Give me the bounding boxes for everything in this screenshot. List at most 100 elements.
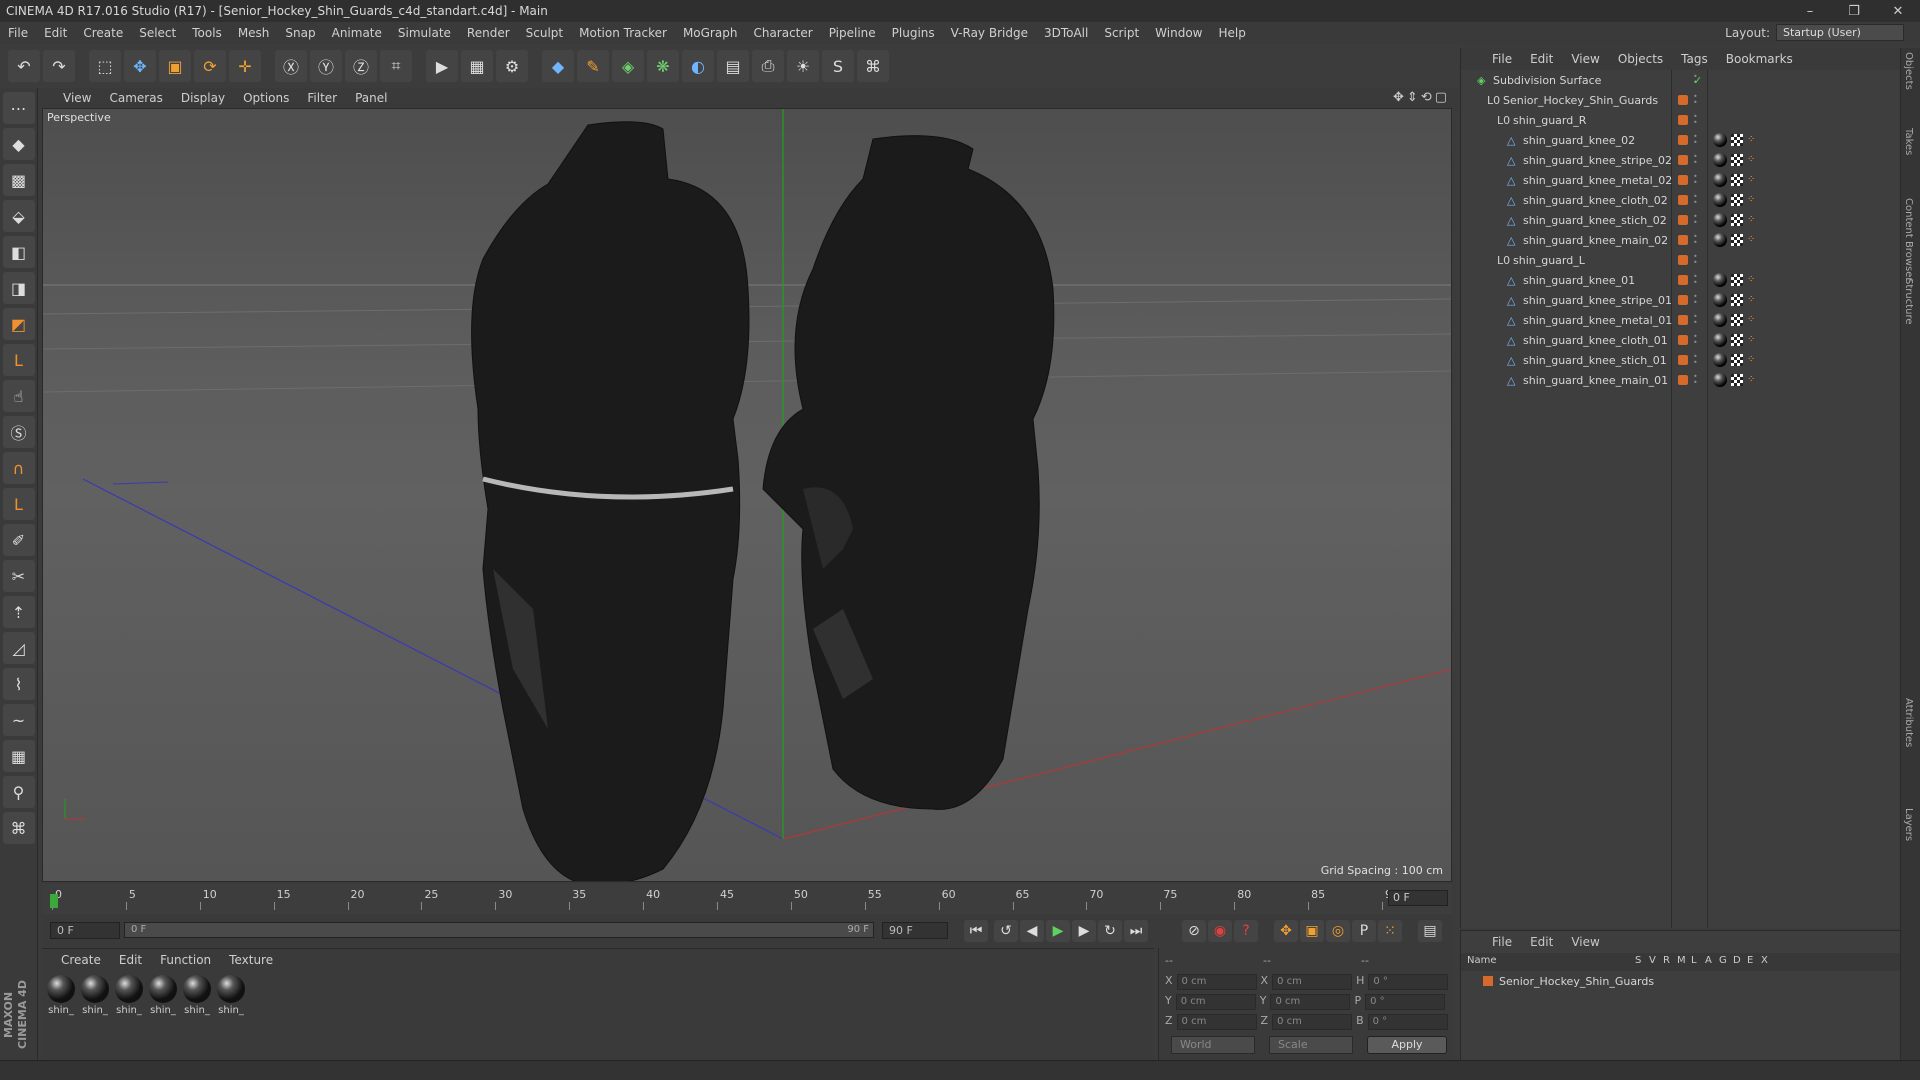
texture-tag-icon[interactable]: ⁘ — [1747, 355, 1757, 365]
go-to-end-icon[interactable]: ⏭ — [1124, 920, 1148, 942]
coord-value-field[interactable]: 0 cm — [1175, 994, 1256, 1010]
solo-icon[interactable]: Ⓢ — [2, 416, 35, 448]
visibility-dots-icon[interactable]: • • — [1693, 353, 1698, 367]
material-tag-icon[interactable] — [1713, 133, 1727, 147]
material-swatch[interactable]: shin_ — [46, 975, 76, 1016]
layer-color-icon[interactable] — [1678, 215, 1688, 225]
layer-color-icon[interactable] — [1678, 155, 1688, 165]
menu-sculpt[interactable]: Sculpt — [518, 26, 571, 40]
cube-icon[interactable]: ◆ — [542, 50, 574, 82]
texture-tag-icon[interactable]: ⁘ — [1747, 135, 1757, 145]
material-swatch[interactable]: shin_ — [216, 975, 246, 1016]
previous-frame-icon[interactable]: ◀ — [1020, 920, 1044, 942]
uvw-tag-icon[interactable] — [1731, 234, 1743, 246]
x-axis-icon[interactable]: Ⓧ — [275, 50, 307, 82]
menu-help[interactable]: Help — [1210, 26, 1253, 40]
layer-menu-edit[interactable]: Edit — [1521, 935, 1562, 949]
menu-motion-tracker[interactable]: Motion Tracker — [571, 26, 675, 40]
viewport-menu-options[interactable]: Options — [234, 91, 298, 105]
side-tab-structure[interactable]: Structure — [1903, 278, 1914, 325]
object-menu-file[interactable]: File — [1483, 52, 1521, 66]
polygons-mode-icon[interactable]: ◧ — [2, 236, 35, 268]
texture-tag-icon[interactable]: ⁘ — [1747, 275, 1757, 285]
layer-color-icon[interactable] — [1678, 135, 1688, 145]
object-row[interactable]: △ shin_guard_knee_01 • • ⁘ — [1461, 270, 1901, 290]
menu-v-ray-bridge[interactable]: V-Ray Bridge — [943, 26, 1036, 40]
coord-value-field[interactable]: 0 cm — [1176, 1014, 1257, 1030]
material-swatch[interactable]: shin_ — [80, 975, 110, 1016]
viewport-menu-display[interactable]: Display — [172, 91, 234, 105]
object-row[interactable]: △ shin_guard_knee_stich_01 • • ⁘ — [1461, 350, 1901, 370]
viewport-menu-filter[interactable]: Filter — [298, 91, 346, 105]
uvw-tag-icon[interactable] — [1731, 294, 1743, 306]
menu-render[interactable]: Render — [459, 26, 518, 40]
move-icon[interactable]: ✥ — [124, 50, 156, 82]
material-tag-icon[interactable] — [1713, 193, 1727, 207]
layer-menu-view[interactable]: View — [1562, 935, 1608, 949]
layer-column-d[interactable]: D — [1733, 955, 1741, 966]
autokey-icon[interactable]: ◉ — [1208, 920, 1232, 942]
menu-create[interactable]: Create — [75, 26, 131, 40]
model-mode-icon[interactable]: ◆ — [2, 128, 35, 160]
layer-column-g[interactable]: G — [1719, 955, 1727, 966]
texture-tag-icon[interactable]: ⁘ — [1747, 375, 1757, 385]
texture-tag-icon[interactable]: ⁘ — [1747, 215, 1757, 225]
render-picture-viewer-icon[interactable]: ▦ — [461, 50, 493, 82]
layer-color-icon[interactable] — [1678, 355, 1688, 365]
viewport-menu-cameras[interactable]: Cameras — [100, 91, 171, 105]
transform-icon[interactable]: ✛ — [229, 50, 261, 82]
next-frame-icon[interactable]: ▶ — [1072, 920, 1096, 942]
undo-icon[interactable]: ↶ — [8, 50, 40, 82]
tweak-mode-icon[interactable]: ☝ — [2, 380, 35, 412]
menu-plugins[interactable]: Plugins — [884, 26, 943, 40]
restore-icon[interactable]: ❐ — [1832, 4, 1876, 19]
coord-value-field[interactable]: 0 ° — [1368, 974, 1449, 990]
perspective-viewport[interactable]: Perspective Grid Spacing : 100 cm — [42, 108, 1452, 882]
side-tab-takes[interactable]: Takes — [1903, 128, 1914, 155]
layer-color-icon[interactable] — [1678, 115, 1688, 125]
layer-color-icon[interactable] — [1678, 295, 1688, 305]
menu-edit[interactable]: Edit — [36, 26, 75, 40]
side-tab-objects[interactable]: Objects — [1903, 52, 1914, 90]
object-menu-edit[interactable]: Edit — [1521, 52, 1562, 66]
camera-icon[interactable]: ⎙ — [752, 50, 784, 82]
layer-color-icon[interactable] — [1678, 275, 1688, 285]
pen-icon[interactable]: ✎ — [577, 50, 609, 82]
edit-render-settings-icon[interactable]: ⚙ — [496, 50, 528, 82]
material-swatch[interactable]: shin_ — [114, 975, 144, 1016]
object-row[interactable]: △ shin_guard_knee_stripe_02 • • ⁘ — [1461, 150, 1901, 170]
menu-file[interactable]: File — [0, 26, 36, 40]
object-menu-bookmarks[interactable]: Bookmarks — [1717, 52, 1802, 66]
layer-color-icon[interactable] — [1678, 175, 1688, 185]
layer-color-icon[interactable] — [1678, 195, 1688, 205]
texture-tag-icon[interactable]: ⁘ — [1747, 175, 1757, 185]
viewport-navigation-icons[interactable]: ✥⇕⟲▢ — [1393, 90, 1450, 105]
live-selection-icon[interactable]: ⬚ — [89, 50, 121, 82]
smooth-icon[interactable]: ~ — [2, 704, 35, 736]
record-keys-icon[interactable]: ⊘ — [1182, 920, 1206, 942]
layer-menu-file[interactable]: File — [1483, 935, 1521, 949]
material-tag-icon[interactable] — [1713, 233, 1727, 247]
material-swatch[interactable]: shin_ — [148, 975, 178, 1016]
z-axis-icon[interactable]: Ⓩ — [345, 50, 377, 82]
y-axis-icon[interactable]: Ⓨ — [310, 50, 342, 82]
object-menu-view[interactable]: View — [1562, 52, 1608, 66]
sketch-icon[interactable]: S — [822, 50, 854, 82]
layer-column-name[interactable]: Name — [1467, 955, 1497, 966]
coord-value-field[interactable]: 0 ° — [1367, 1014, 1448, 1030]
uvw-tag-icon[interactable] — [1731, 134, 1743, 146]
texture-tag-icon[interactable]: ⁘ — [1747, 235, 1757, 245]
deformer-icon[interactable]: ◐ — [682, 50, 714, 82]
uvw-tag-icon[interactable] — [1731, 214, 1743, 226]
material-menu-function[interactable]: Function — [151, 953, 220, 967]
texture-tag-icon[interactable]: ⁘ — [1747, 195, 1757, 205]
uvw-tag-icon[interactable] — [1731, 314, 1743, 326]
layer-color-icon[interactable] — [1678, 235, 1688, 245]
layer-color-icon[interactable] — [1678, 95, 1688, 105]
menu-snap[interactable]: Snap — [277, 26, 323, 40]
layout-dropdown[interactable]: Startup (User) — [1776, 24, 1904, 41]
object-row[interactable]: △ shin_guard_knee_cloth_01 • • ⁘ — [1461, 330, 1901, 350]
material-tag-icon[interactable] — [1713, 293, 1727, 307]
menu-simulate[interactable]: Simulate — [390, 26, 459, 40]
coord-space-dropdown[interactable]: World — [1171, 1036, 1255, 1054]
